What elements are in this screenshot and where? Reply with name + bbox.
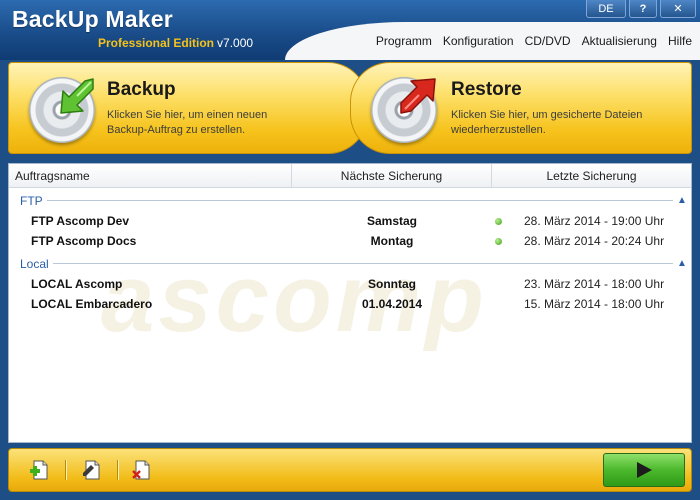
delete-job-icon[interactable] — [129, 458, 153, 482]
version-label: v7.000 — [217, 36, 254, 50]
bottom-toolbar — [8, 448, 692, 492]
edit-job-icon[interactable] — [79, 458, 103, 482]
add-job-icon[interactable] — [27, 458, 51, 482]
backup-description: Klicken Sie hier, um einen neuen Backup-… — [107, 109, 268, 136]
column-header-name[interactable]: Auftragsname — [9, 164, 292, 187]
list-header: Auftragsname Nächste Sicherung Letzte Si… — [9, 164, 691, 188]
menu-cd-dvd[interactable]: CD/DVD — [525, 34, 571, 48]
job-name: FTP Ascomp Docs — [31, 234, 137, 248]
column-header-next[interactable]: Nächste Sicherung — [292, 164, 492, 187]
green-arrow-icon — [60, 78, 94, 114]
window-controls: DE ? ✕ — [586, 0, 696, 18]
help-button[interactable]: ? — [629, 0, 657, 18]
menu-konfiguration[interactable]: Konfiguration — [443, 34, 514, 48]
job-last-backup-cell: 28. März 2014 - 19:00 Uhr — [492, 214, 691, 228]
toolbar-separator — [117, 460, 118, 480]
job-next-backup: 01.04.2014 — [361, 297, 423, 311]
job-name: FTP Ascomp Dev — [31, 214, 130, 228]
backup-title: Backup — [107, 79, 176, 100]
restore-description: Klicken Sie hier, um gesicherte Dateien … — [451, 109, 643, 136]
menu-hilfe[interactable]: Hilfe — [668, 34, 692, 48]
restore-button[interactable]: Restore Klicken Sie hier, um gesicherte … — [350, 62, 692, 154]
job-last-backup: 15. März 2014 - 18:00 Uhr — [524, 297, 665, 311]
status-ok-icon — [495, 237, 502, 245]
backup-button[interactable]: Backup Klicken Sie hier, um einen neuen … — [8, 62, 368, 154]
group-ftp: FTP ▲ — [9, 192, 691, 209]
job-next-backup: Sonntag — [368, 277, 416, 291]
group-divider — [46, 200, 673, 201]
column-header-last[interactable]: Letzte Sicherung — [492, 164, 691, 187]
edition-label: Professional Edition — [98, 36, 215, 50]
job-list: ascomp Auftragsname Nächste Sicherung Le… — [8, 163, 692, 443]
app-title: BackUp Maker — [12, 6, 173, 32]
job-last-backup: 28. März 2014 - 19:00 Uhr — [524, 214, 665, 228]
job-name: LOCAL Embarcadero — [31, 297, 153, 311]
close-button[interactable]: ✕ — [660, 0, 696, 18]
collapse-icon[interactable]: ▲ — [673, 195, 691, 206]
collapse-icon[interactable]: ▲ — [673, 258, 691, 269]
job-last-backup-cell: 15. März 2014 - 18:00 Uhr — [492, 297, 691, 311]
job-last-backup-cell: 23. März 2014 - 18:00 Uhr — [492, 277, 691, 291]
job-last-backup-cell: 28. März 2014 - 20:24 Uhr — [492, 234, 691, 248]
restore-title: Restore — [451, 79, 522, 100]
menu-programm[interactable]: Programm — [376, 34, 432, 48]
status-none-icon — [495, 301, 502, 308]
job-name: LOCAL Ascomp — [31, 277, 123, 291]
language-button[interactable]: DE — [586, 0, 626, 18]
group-label: FTP — [20, 193, 43, 208]
action-panel: Backup Klicken Sie hier, um einen neuen … — [0, 60, 700, 158]
group-divider — [52, 263, 673, 264]
table-row[interactable]: LOCAL Embarcadero 01.04.2014 15. März 20… — [9, 294, 691, 314]
group-label: Local — [20, 256, 49, 271]
group-local: Local ▲ — [9, 255, 691, 272]
table-row[interactable]: FTP Ascomp Dev Samstag 28. März 2014 - 1… — [9, 211, 691, 231]
job-last-backup: 28. März 2014 - 20:24 Uhr — [524, 234, 665, 248]
menu-bar: Programm Konfiguration CD/DVD Aktualisie… — [376, 34, 692, 48]
run-button[interactable] — [603, 453, 685, 487]
title-bar: BackUp Maker Professional Edition v7.000 … — [0, 0, 700, 60]
status-ok-icon — [495, 217, 502, 225]
play-icon — [636, 462, 652, 478]
table-row[interactable]: LOCAL Ascomp Sonntag 23. März 2014 - 18:… — [9, 274, 691, 294]
app-edition: Professional Edition v7.000 — [98, 36, 253, 50]
table-row[interactable]: FTP Ascomp Docs Montag 28. März 2014 - 2… — [9, 231, 691, 251]
red-arrow-icon — [400, 78, 436, 114]
menu-aktualisierung[interactable]: Aktualisierung — [582, 34, 657, 48]
job-next-backup: Samstag — [366, 214, 418, 228]
toolbar-separator — [65, 460, 66, 480]
job-last-backup: 23. März 2014 - 18:00 Uhr — [524, 277, 665, 291]
job-next-backup: Montag — [370, 234, 414, 248]
status-none-icon — [495, 281, 502, 288]
